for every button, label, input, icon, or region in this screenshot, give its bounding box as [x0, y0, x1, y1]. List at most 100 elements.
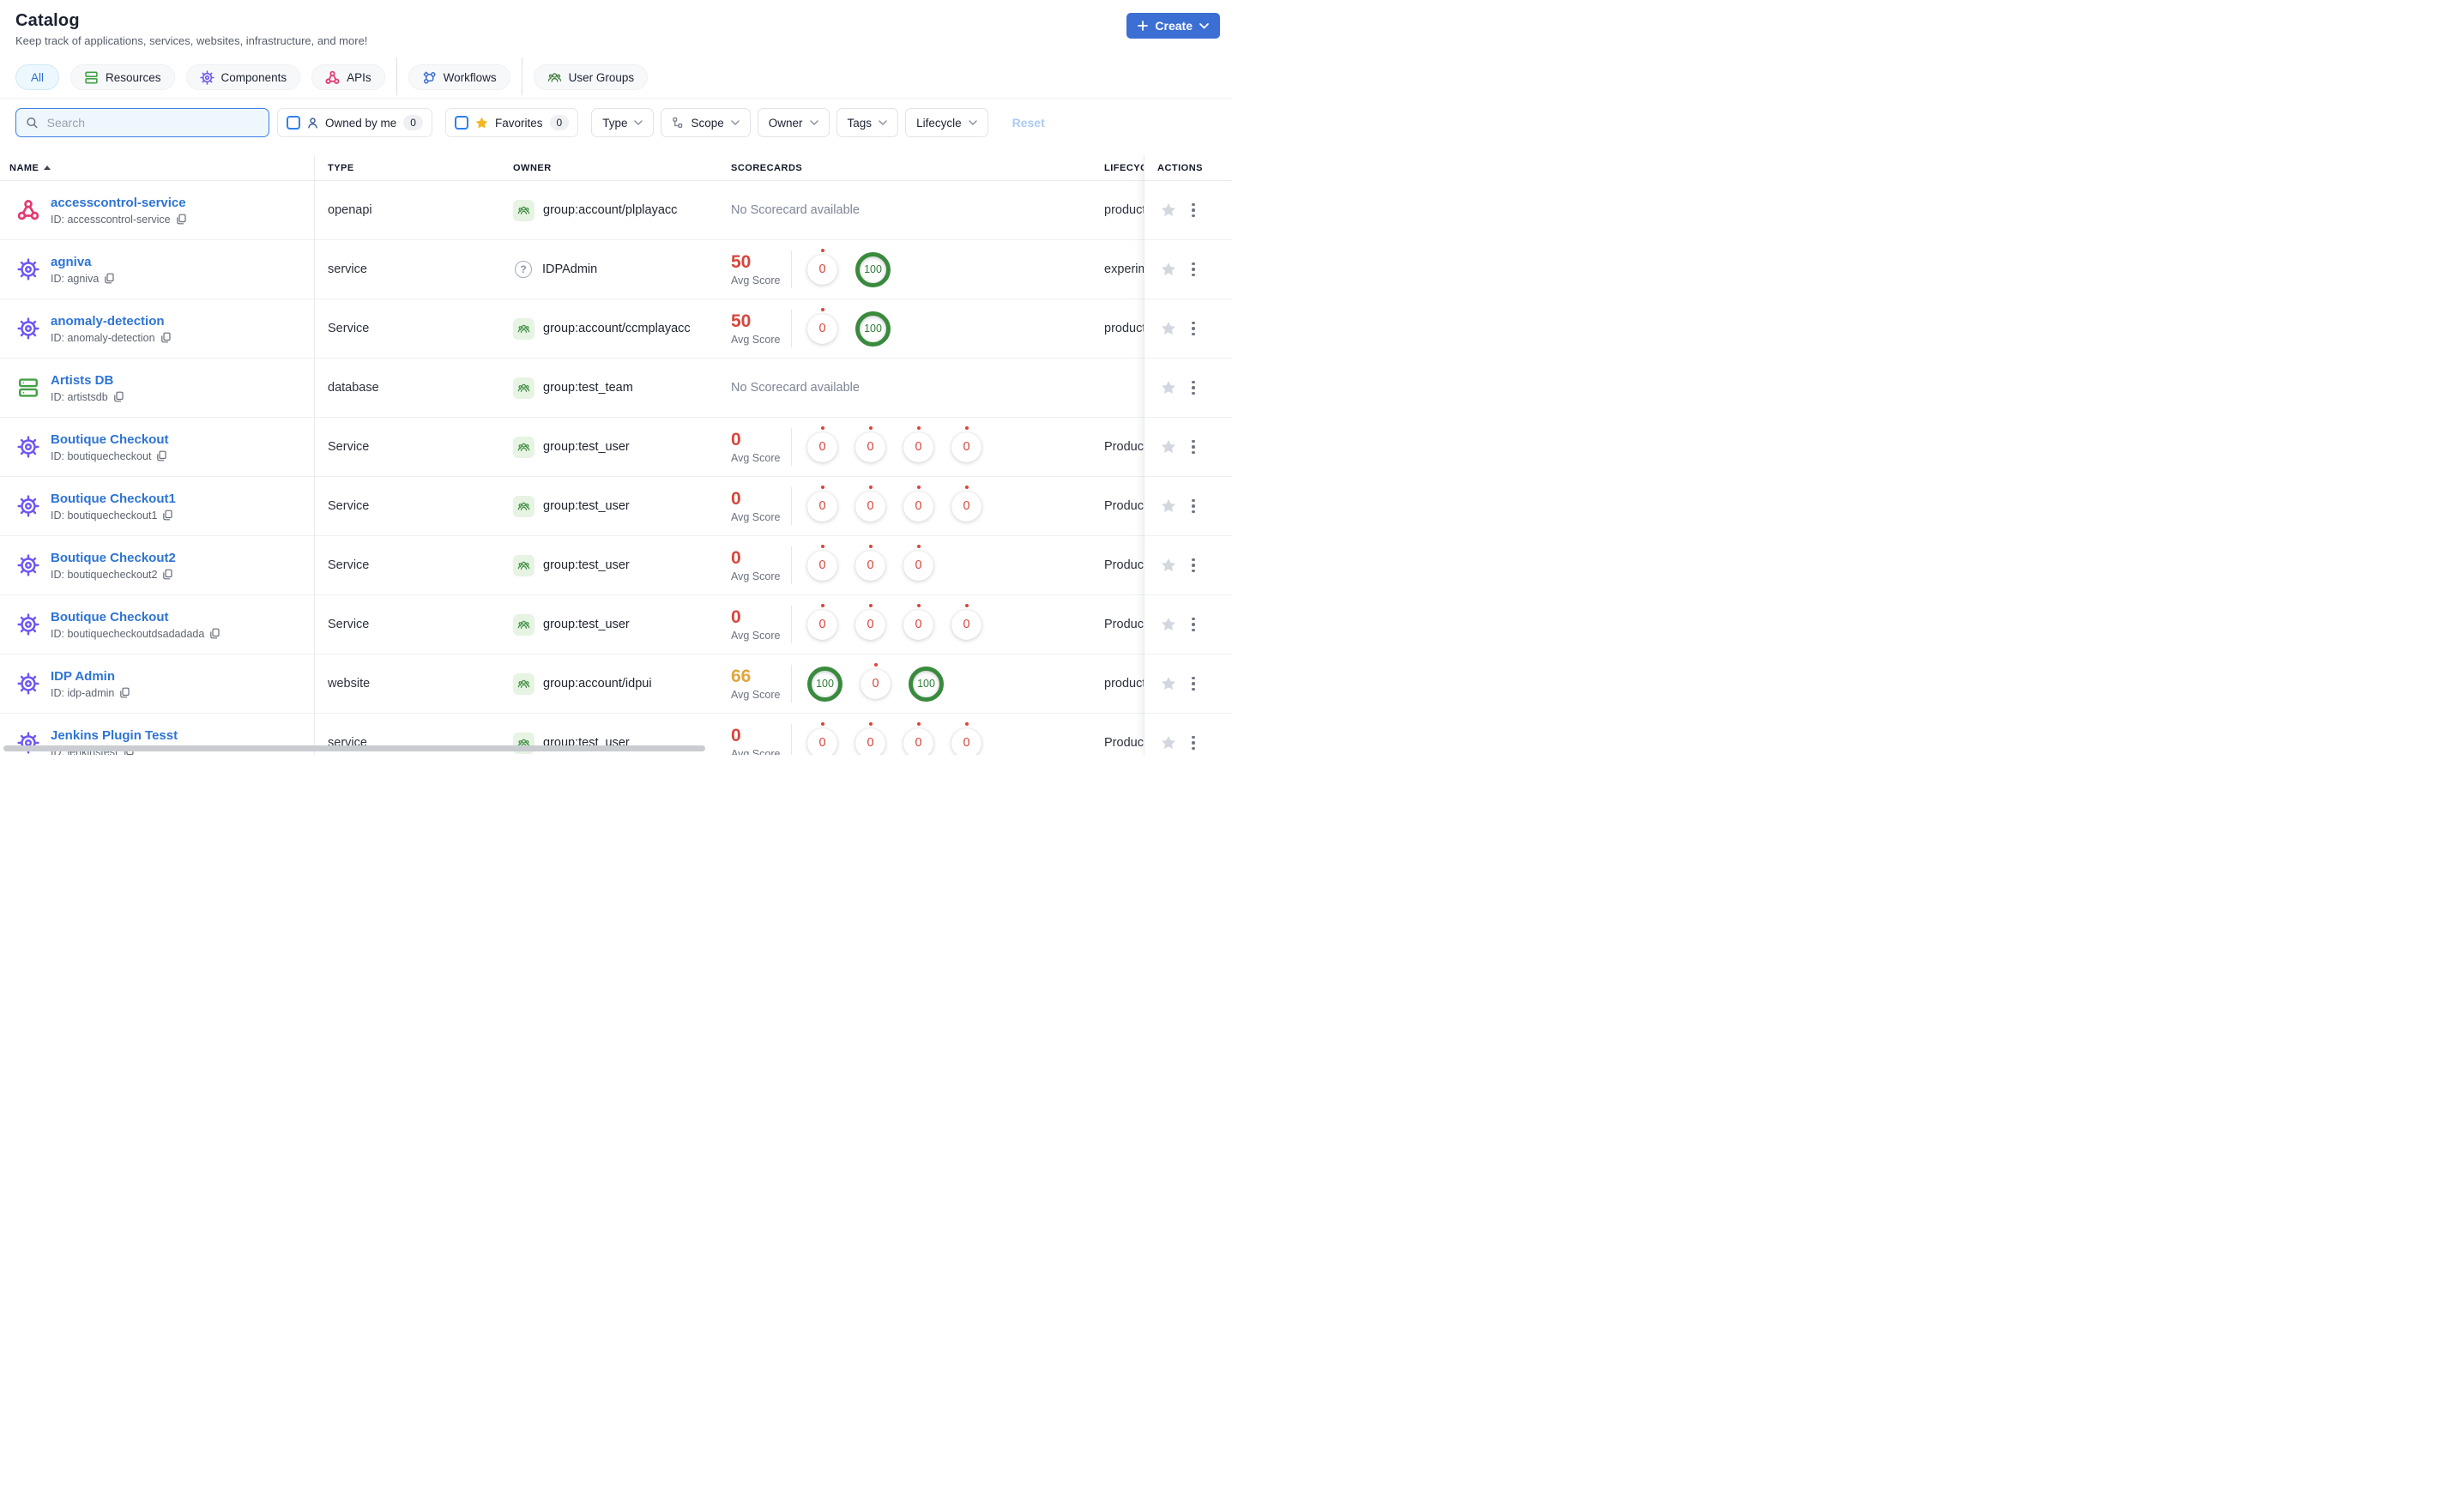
- kebab-menu-button[interactable]: [1188, 318, 1199, 340]
- entity-name-link[interactable]: agniva: [51, 255, 92, 269]
- name-cell: Boutique Checkout2 ID: boutiquecheckout2: [0, 551, 314, 581]
- copy-icon[interactable]: [176, 214, 187, 225]
- favorite-star-button[interactable]: [1160, 675, 1177, 692]
- column-header-name[interactable]: NAME: [0, 163, 314, 173]
- owner-label: group:account/ccmplayacc: [543, 322, 691, 335]
- entity-id: ID: artistsdb: [51, 390, 108, 403]
- kebab-menu-button[interactable]: [1188, 377, 1199, 399]
- copy-icon[interactable]: [162, 569, 173, 580]
- favorite-star-button[interactable]: [1160, 379, 1177, 396]
- table-row: accesscontrol-service ID: accesscontrol-…: [0, 181, 1144, 240]
- entity-name-link[interactable]: Jenkins Plugin Tesst: [51, 728, 178, 743]
- scorecard-ring: 0: [951, 609, 981, 640]
- kebab-menu-button[interactable]: [1188, 259, 1199, 280]
- owner-cell: group:test_user: [498, 613, 719, 636]
- owner-cell: group:account/plplayacc: [498, 199, 719, 221]
- create-button[interactable]: Create: [1126, 13, 1220, 39]
- actions-cell: [1144, 595, 1232, 654]
- favorites-filter[interactable]: Favorites 0: [444, 108, 579, 137]
- component-icon: [17, 258, 39, 280]
- horizontal-scrollbar-thumb[interactable]: [3, 745, 705, 751]
- copy-icon[interactable]: [160, 332, 172, 343]
- entity-name-link[interactable]: IDP Admin: [51, 669, 115, 684]
- page-header: Catalog Keep track of applications, serv…: [0, 0, 1232, 47]
- favorite-star-button[interactable]: [1160, 438, 1177, 455]
- copy-icon[interactable]: [119, 687, 130, 698]
- entity-name-link[interactable]: Boutique Checkout: [51, 432, 169, 447]
- name-cell: anomaly-detection ID: anomaly-detection: [0, 314, 314, 344]
- owner-dropdown[interactable]: Owner: [757, 108, 830, 137]
- chevron-down-icon: [731, 120, 740, 125]
- entity-name-link[interactable]: anomaly-detection: [51, 314, 165, 329]
- component-icon: [199, 69, 214, 85]
- entity-name-link[interactable]: Boutique Checkout1: [51, 492, 176, 506]
- favorite-star-button[interactable]: [1160, 320, 1177, 337]
- owned-by-me-filter[interactable]: Owned by me 0: [277, 108, 432, 137]
- reset-button[interactable]: Reset: [1012, 116, 1045, 130]
- table-row: Artists DB ID: artistsdb database group:…: [0, 359, 1144, 418]
- actions-column: ACTIONS: [1144, 155, 1232, 755]
- tab-user-groups[interactable]: User Groups: [533, 64, 649, 90]
- copy-icon[interactable]: [209, 628, 220, 639]
- group-icon: [513, 377, 534, 399]
- tab-components[interactable]: Components: [185, 64, 301, 90]
- tags-dropdown[interactable]: Tags: [836, 108, 899, 137]
- type-cell: Service: [328, 558, 370, 572]
- scorecard-ring: 0: [855, 491, 885, 522]
- scorecard-ring: 0: [807, 609, 837, 640]
- table-scroll-area: NAME TYPE OWNER SCORECARDS LIFECYCLE acc…: [0, 155, 1144, 755]
- scorecard-ring: 0: [903, 550, 933, 581]
- entity-name-link[interactable]: Boutique Checkout2: [51, 551, 176, 565]
- favorite-star-button[interactable]: [1160, 557, 1177, 574]
- table-row: Boutique Checkout1 ID: boutiquecheckout1…: [0, 477, 1144, 536]
- kebab-menu-button[interactable]: [1188, 200, 1199, 221]
- copy-icon[interactable]: [104, 273, 115, 284]
- component-icon: [17, 317, 39, 340]
- tab-all[interactable]: All: [15, 64, 60, 90]
- kebab-menu-button[interactable]: [1188, 496, 1199, 517]
- scorecards-cell: 0 Avg Score 0 0 0 0: [719, 487, 1090, 525]
- scorecard-ring: 0: [903, 491, 933, 522]
- entity-name-link[interactable]: Boutique Checkout: [51, 610, 169, 624]
- entity-id: ID: accesscontrol-service: [51, 213, 171, 226]
- favorite-star-button[interactable]: [1160, 498, 1177, 515]
- scope-dropdown[interactable]: Scope: [661, 108, 751, 137]
- person-icon: [308, 117, 317, 129]
- group-icon: [513, 436, 534, 458]
- avg-score: 0 Avg Score: [731, 725, 781, 755]
- search-input[interactable]: [45, 115, 259, 130]
- search-box[interactable]: [15, 108, 269, 137]
- table-row: Boutique Checkout ID: boutiquecheckout S…: [0, 418, 1144, 477]
- kebab-menu-button[interactable]: [1188, 437, 1199, 458]
- kebab-menu-button[interactable]: [1188, 614, 1199, 636]
- copy-icon[interactable]: [162, 510, 173, 521]
- type-cell: Service: [328, 499, 370, 513]
- owned-by-me-checkbox[interactable]: [287, 116, 300, 130]
- owner-dropdown-label: Owner: [768, 116, 803, 130]
- favorite-star-button[interactable]: [1160, 261, 1177, 278]
- scorecard-ring: 0: [903, 609, 933, 640]
- tab-workflows[interactable]: Workflows: [408, 64, 510, 90]
- owner-cell: ? IDPAdmin: [498, 261, 719, 278]
- no-scorecard-text: No Scorecard available: [731, 381, 860, 395]
- lifecycle-dropdown[interactable]: Lifecycle: [905, 108, 988, 137]
- favorite-star-button[interactable]: [1160, 202, 1177, 219]
- kebab-menu-button[interactable]: [1188, 733, 1199, 754]
- actions-cell: [1144, 654, 1232, 714]
- copy-icon[interactable]: [113, 391, 124, 402]
- favorite-star-button[interactable]: [1160, 616, 1177, 633]
- kebab-menu-button[interactable]: [1188, 673, 1199, 695]
- tab-apis[interactable]: APIs: [311, 64, 385, 90]
- entity-name-link[interactable]: Artists DB: [51, 373, 113, 388]
- scorecard-ring: 100: [909, 666, 944, 702]
- favorites-checkbox[interactable]: [454, 116, 468, 130]
- type-dropdown[interactable]: Type: [591, 108, 655, 137]
- user-group-icon: [547, 70, 562, 85]
- entity-name-link[interactable]: accesscontrol-service: [51, 196, 186, 210]
- component-icon: [17, 436, 39, 458]
- scorecard-ring: 0: [807, 727, 837, 755]
- favorite-star-button[interactable]: [1160, 734, 1177, 751]
- kebab-menu-button[interactable]: [1188, 555, 1199, 576]
- tab-resources[interactable]: Resources: [70, 64, 175, 90]
- copy-icon[interactable]: [156, 450, 167, 461]
